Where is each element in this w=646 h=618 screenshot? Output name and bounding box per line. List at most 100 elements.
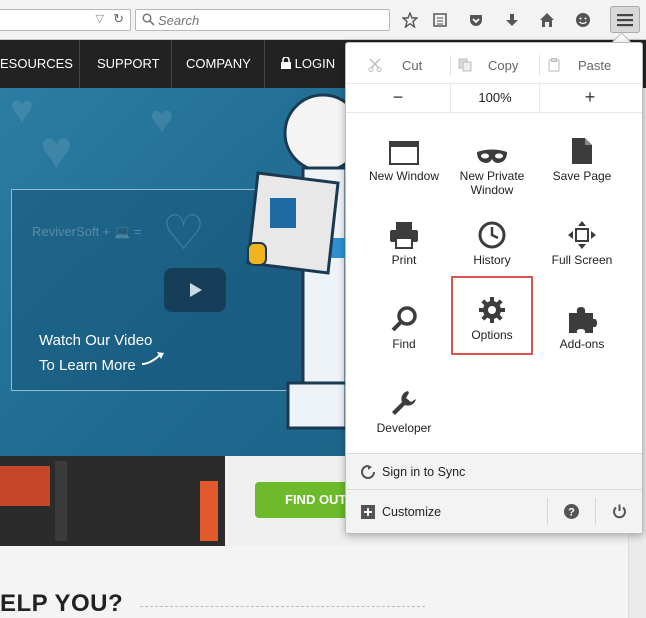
copy-icon <box>458 58 472 72</box>
save-page-label: Save Page <box>552 169 612 183</box>
private-mask-icon <box>477 149 507 163</box>
find-button[interactable]: Find <box>359 293 449 367</box>
video-caption-line: To Learn More <box>39 350 166 375</box>
full-screen-button[interactable]: Full Screen <box>537 209 627 283</box>
nav-resources[interactable]: ESOURCES <box>0 40 73 88</box>
heart-decoration: ♥ <box>150 98 174 142</box>
url-bar[interactable]: ▽ ↻ <box>0 9 131 31</box>
content-section: ELP YOU? <box>0 546 646 618</box>
history-button[interactable]: History <box>447 209 537 283</box>
svg-text:?: ? <box>568 507 575 519</box>
add-ons-button[interactable]: Add-ons <box>537 293 627 367</box>
hamburger-menu-icon[interactable] <box>610 6 640 33</box>
lock-icon <box>281 56 291 69</box>
developer-label: Developer <box>376 421 432 435</box>
scissors-icon <box>368 58 382 72</box>
panel-divider <box>346 112 642 113</box>
reading-list-icon[interactable] <box>428 8 452 32</box>
heart-decoration: ♥ <box>10 88 34 132</box>
nav-login[interactable]: LOGIN <box>281 40 335 88</box>
nav-divider <box>79 40 80 88</box>
sync-label: Sign in to Sync <box>382 465 466 479</box>
help-button[interactable]: ? <box>548 490 595 533</box>
printer-icon <box>390 222 418 249</box>
nav-company[interactable]: COMPANY <box>186 40 251 88</box>
options-label: Options <box>471 328 513 342</box>
zoom-in-button[interactable]: + <box>538 84 642 112</box>
sync-row[interactable]: Sign in to Sync <box>346 453 642 490</box>
full-screen-label: Full Screen <box>551 253 613 267</box>
mascot-illustration <box>246 93 346 430</box>
play-button[interactable] <box>164 268 226 312</box>
heart-decoration: ♡ <box>162 207 206 260</box>
puzzle-icon <box>569 307 597 333</box>
nav-divider <box>171 40 172 88</box>
menu-panel: Cut Copy Paste − 100% + New Window New P… <box>345 42 643 534</box>
nav-login-label: LOGIN <box>294 56 336 71</box>
new-private-window-button[interactable]: New Private Window <box>447 125 537 199</box>
search-bar[interactable] <box>135 9 390 31</box>
star-icon[interactable] <box>398 8 422 32</box>
developer-button[interactable]: Developer <box>359 377 449 451</box>
wrench-icon <box>392 391 416 415</box>
play-icon <box>190 283 202 297</box>
find-label: Find <box>392 337 416 351</box>
magnifier-icon <box>391 306 417 332</box>
video-caption: Watch Our Video To Learn More <box>39 331 166 375</box>
browser-toolbar: ▽ ↻ <box>0 0 646 40</box>
paste-button[interactable]: Paste <box>548 51 611 79</box>
copy-label: Copy <box>488 57 519 73</box>
customize-row: Customize ? <box>346 489 642 533</box>
video-brand-text: ReviverSoft + 💻 = <box>32 224 142 239</box>
customize-label: Customize <box>382 505 442 519</box>
new-window-label: New Window <box>368 169 440 183</box>
add-ons-label: Add-ons <box>559 337 605 351</box>
heart-decoration: ♥ <box>40 119 73 181</box>
clock-icon <box>478 221 506 249</box>
new-window-icon <box>389 141 419 165</box>
edit-divider <box>539 55 540 75</box>
search-icon <box>142 13 155 26</box>
gear-icon <box>479 297 505 323</box>
emoji-icon[interactable] <box>571 8 595 32</box>
search-input[interactable] <box>158 11 383 29</box>
edit-divider <box>450 55 451 75</box>
help-icon: ? <box>564 504 579 519</box>
print-button[interactable]: Print <box>359 209 449 283</box>
fullscreen-icon <box>568 221 596 249</box>
options-button[interactable]: Options <box>451 276 533 355</box>
copy-button[interactable]: Copy <box>458 51 518 79</box>
url-dropdown-icon[interactable]: ▽ <box>96 12 104 25</box>
curved-arrow-icon <box>141 352 164 365</box>
zoom-out-button[interactable]: − <box>346 84 450 112</box>
clipboard-icon <box>548 58 560 72</box>
heading-underline <box>140 606 425 609</box>
cut-label: Cut <box>402 57 423 73</box>
history-label: History <box>473 253 511 267</box>
edit-controls: Cut Copy Paste <box>346 51 642 79</box>
nav-support[interactable]: SUPPORT <box>97 40 160 88</box>
app-screenshot <box>0 456 225 546</box>
save-page-button[interactable]: Save Page <box>537 125 627 199</box>
new-private-window-label: New Private Window <box>459 169 525 197</box>
video-caption-line: Watch Our Video <box>39 332 153 349</box>
nav-divider <box>264 40 265 88</box>
plus-icon <box>361 505 375 519</box>
section-heading: ELP YOU? <box>0 590 124 617</box>
cut-button[interactable]: Cut <box>368 51 422 79</box>
zoom-controls: − 100% + <box>346 83 642 112</box>
sync-icon <box>361 465 375 479</box>
home-icon[interactable] <box>535 8 559 32</box>
save-page-icon <box>572 138 592 164</box>
download-icon[interactable] <box>500 8 524 32</box>
customize-button[interactable]: Customize <box>346 490 546 533</box>
zoom-reset-button[interactable]: 100% <box>450 84 540 112</box>
print-label: Print <box>391 253 417 267</box>
find-out-button[interactable]: FIND OUT <box>255 482 355 518</box>
reload-icon[interactable]: ↻ <box>113 11 124 27</box>
pocket-icon[interactable] <box>464 8 488 32</box>
power-icon <box>612 504 626 519</box>
paste-label: Paste <box>578 57 612 73</box>
quit-button[interactable] <box>596 490 642 533</box>
new-window-button[interactable]: New Window <box>359 125 449 199</box>
